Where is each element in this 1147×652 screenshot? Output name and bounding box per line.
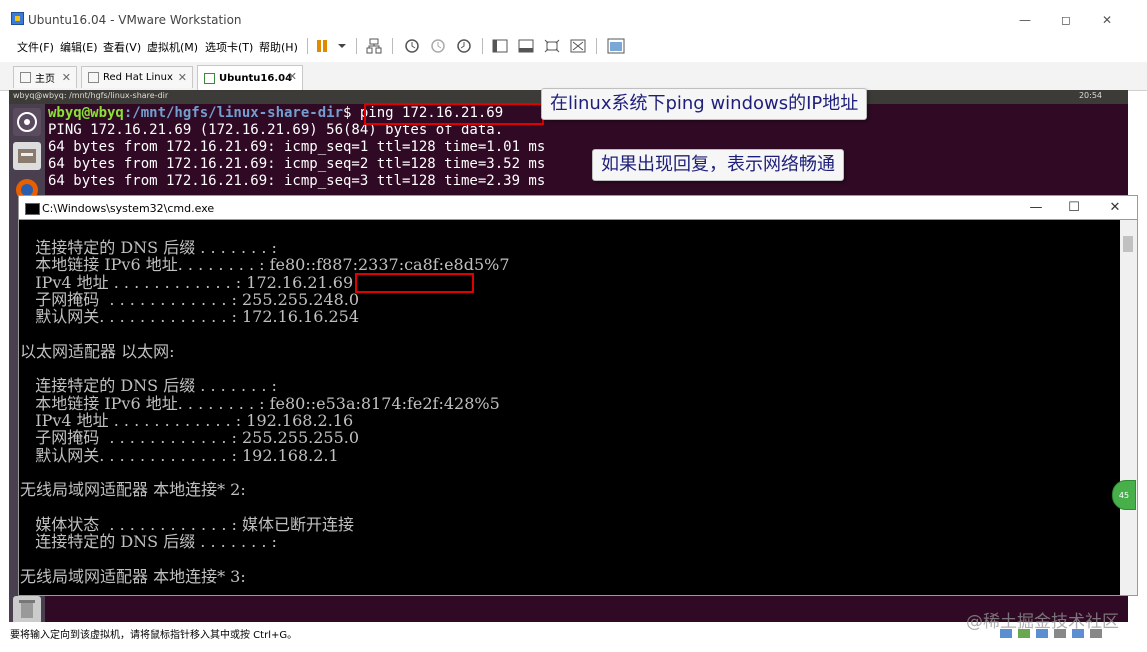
- menu-vm[interactable]: 虚拟机(M): [147, 39, 198, 55]
- terminal-window-title: wbyq@wbyq: /mnt/hgfs/linux-share-dir: [13, 91, 169, 100]
- ip-highlight-box: [355, 273, 474, 293]
- snapshot-manager-icon[interactable]: [454, 36, 474, 56]
- network-icon[interactable]: [364, 36, 384, 56]
- close-icon[interactable]: ✕: [288, 70, 297, 83]
- cmd-output-line: 子网掩码 . . . . . . . . . . . . : 255.255.2…: [20, 428, 360, 448]
- tab-ubuntu[interactable]: Ubuntu16.04 ✕: [197, 65, 303, 90]
- cmd-output-line: 媒体状态 . . . . . . . . . . . . : 媒体已断开连接: [20, 514, 354, 534]
- menu-file[interactable]: 文件(F): [17, 39, 54, 55]
- cmd-output-line: 默认网关. . . . . . . . . . . . . : 192.168.…: [20, 445, 339, 465]
- cmd-title-bar: C:\Windows\system32\cmd.exe — ☐ ✕: [18, 195, 1138, 220]
- sidebar-toggle-icon[interactable]: [490, 36, 510, 56]
- cmd-close-button[interactable]: ✕: [1106, 200, 1124, 215]
- window-title: Ubuntu16.04 - VMware Workstation: [28, 13, 242, 27]
- vmware-app-icon: [11, 12, 24, 25]
- dash-icon[interactable]: [13, 108, 41, 136]
- floating-badge[interactable]: 45: [1112, 480, 1136, 510]
- reply-note-callout: 如果出现回复，表示网络畅通: [592, 149, 844, 181]
- cmd-output-line: 默认网关. . . . . . . . . . . . . : 172.16.1…: [20, 307, 360, 327]
- files-icon[interactable]: [13, 142, 41, 170]
- cmd-output-line: [20, 550, 510, 567]
- pause-icon[interactable]: [312, 36, 332, 56]
- terminal-output-line: 64 bytes from 172.16.21.69: icmp_seq=3 t…: [48, 173, 546, 189]
- cmd-output-line: 连接特定的 DNS 后缀 . . . . . . . :: [20, 376, 277, 396]
- minimize-button[interactable]: —: [1017, 13, 1033, 27]
- snapshot-icon[interactable]: [402, 36, 422, 56]
- close-icon[interactable]: ✕: [178, 71, 187, 84]
- prompt-sign: $: [343, 105, 360, 121]
- console-view-icon[interactable]: [516, 36, 536, 56]
- terminal-output-line: 64 bytes from 172.16.21.69: icmp_seq=1 t…: [48, 139, 546, 155]
- unity-icon[interactable]: [568, 36, 588, 56]
- command-highlight-box: [364, 103, 544, 125]
- scroll-thumb[interactable]: [1123, 236, 1133, 252]
- close-icon[interactable]: ✕: [62, 71, 71, 84]
- menu-view[interactable]: 查看(V): [103, 39, 141, 55]
- toolbar-separator: [307, 38, 308, 54]
- cmd-maximize-button[interactable]: ☐: [1065, 200, 1083, 215]
- tab-label: Ubuntu16.04: [219, 72, 293, 84]
- cmd-output-line: 本地链接 IPv6 地址. . . . . . . . : fe80::e53a…: [20, 393, 500, 413]
- cmd-output-line: IPv4 地址 . . . . . . . . . . . . : 192.16…: [20, 410, 354, 430]
- vm-icon: [88, 72, 99, 83]
- toolbar-separator: [482, 38, 483, 54]
- chevron-down-icon[interactable]: [332, 36, 352, 56]
- cmd-scrollbar[interactable]: [1120, 220, 1137, 595]
- cmd-minimize-button[interactable]: —: [1027, 200, 1045, 215]
- watermark: @稀土掘金技术社区: [966, 612, 1119, 632]
- clock: 20:54: [1078, 91, 1102, 100]
- prompt-user: wbyq@wbyq: [48, 105, 124, 121]
- status-text: 要将输入定向到该虚拟机，请将鼠标指针移入其中或按 Ctrl+G。: [10, 630, 298, 641]
- cmd-output-line: [20, 498, 510, 515]
- tab-red-hat-linux[interactable]: Red Hat Linux ✕: [81, 66, 193, 88]
- cmd-title: C:\Windows\system32\cmd.exe: [42, 202, 215, 215]
- ping-note-callout: 在linux系统下ping windows的IP地址: [541, 88, 868, 120]
- cmd-output-line: 连接特定的 DNS 后缀 . . . . . . . :: [20, 532, 277, 552]
- vmware-title-bar: Ubuntu16.04 - VMware Workstation — ◻ ✕: [0, 0, 1147, 32]
- trash-icon[interactable]: [13, 596, 41, 624]
- vm-running-icon: [204, 72, 215, 84]
- menu-help[interactable]: 帮助(H): [259, 39, 298, 55]
- prompt-path: :/mnt/hgfs/linux-share-dir: [123, 105, 344, 121]
- cmd-output-line: 本地链接 IPv6 地址. . . . . . . . : fe80::f887…: [20, 255, 510, 275]
- toolbar-separator: [392, 38, 393, 54]
- toolbar-separator: [596, 38, 597, 54]
- toolbar-separator: [356, 38, 357, 54]
- restore-button[interactable]: ◻: [1058, 13, 1074, 27]
- menu-edit[interactable]: 编辑(E): [60, 39, 98, 55]
- menu-tabs[interactable]: 选项卡(T): [205, 39, 253, 55]
- fullscreen-icon[interactable]: [542, 36, 562, 56]
- cmd-output-line: [20, 360, 510, 377]
- cmd-output-line: 无线局域网适配器 本地连接* 2:: [20, 480, 246, 500]
- cmd-output-line: [20, 325, 510, 342]
- tab-label: Red Hat Linux: [103, 72, 173, 83]
- snapshot-restore-icon[interactable]: [428, 36, 448, 56]
- cmd-output-line: 子网掩码 . . . . . . . . . . . . : 255.255.2…: [20, 289, 360, 309]
- home-icon: [20, 72, 31, 83]
- terminal-output-line: 64 bytes from 172.16.21.69: icmp_seq=2 t…: [48, 156, 546, 172]
- cmd-output-line: 无线局域网适配器 本地连接* 3:: [20, 566, 246, 586]
- cmd-output-line: 以太网适配器 以太网:: [20, 341, 175, 361]
- tab-home[interactable]: 主页 ✕: [13, 66, 77, 88]
- preferences-icon[interactable]: [606, 36, 626, 56]
- close-button[interactable]: ✕: [1099, 13, 1115, 27]
- cmd-output-line: 连接特定的 DNS 后缀 . . . . . . . :: [20, 238, 277, 257]
- tab-label: 主页: [35, 74, 55, 85]
- cmd-output-line: [20, 464, 510, 481]
- cmd-icon: [25, 203, 40, 215]
